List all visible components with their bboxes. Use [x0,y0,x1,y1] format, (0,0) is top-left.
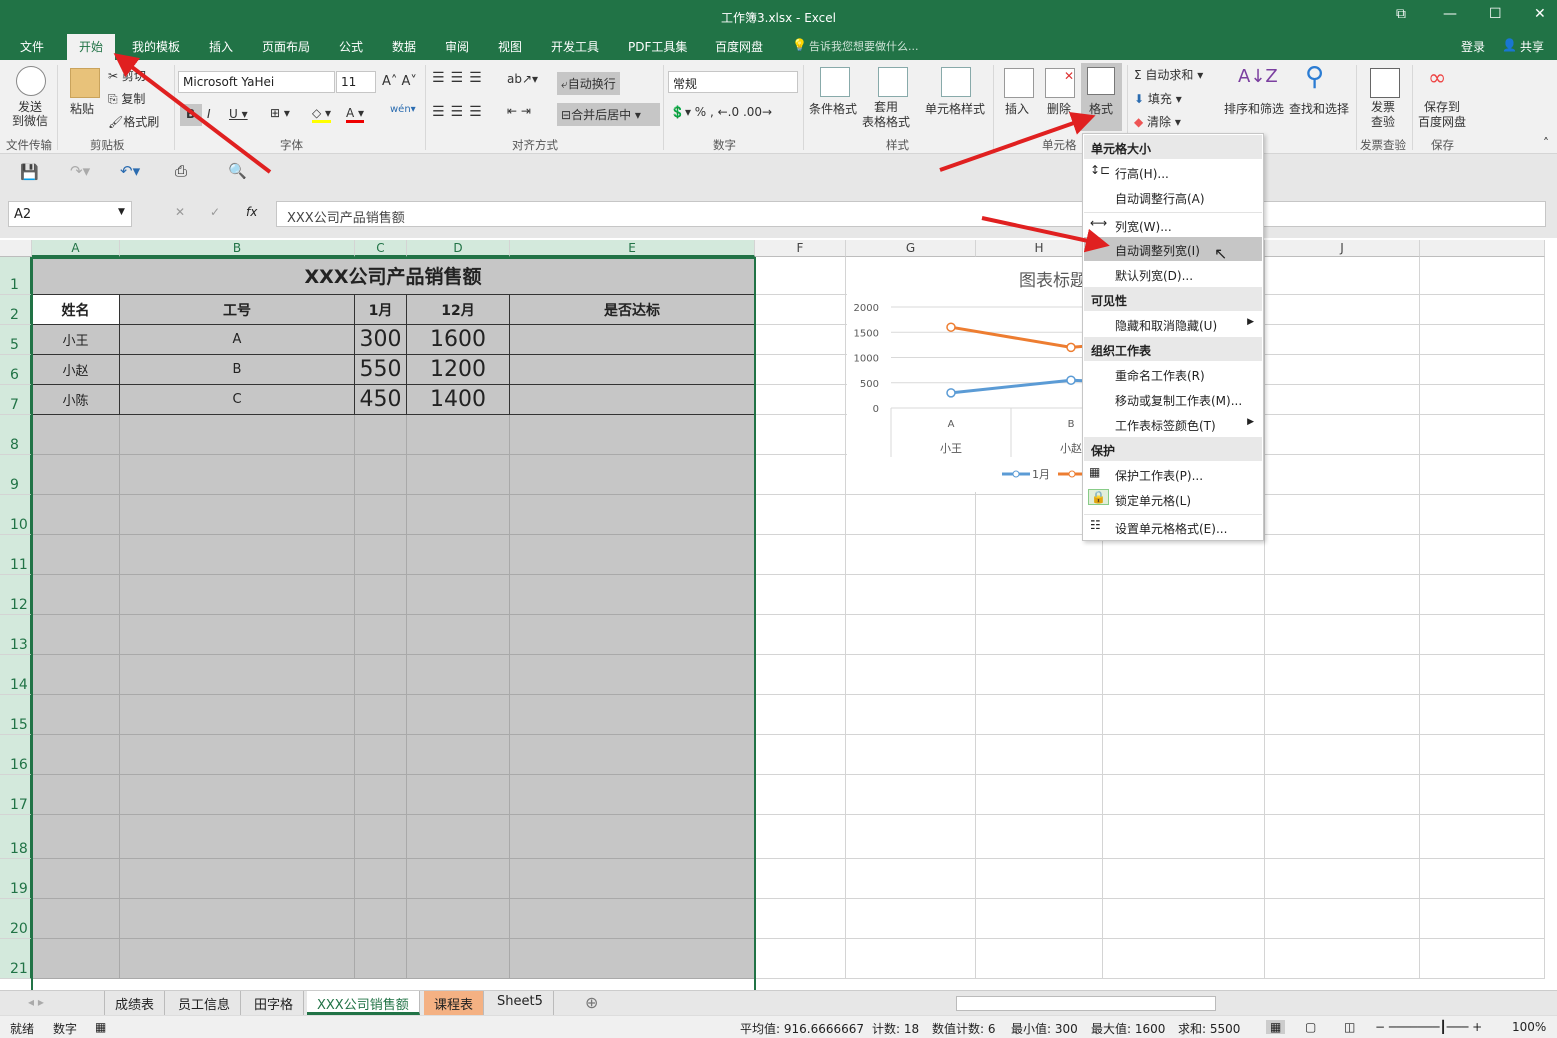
status-average: 平均值: 916.6666667 [740,1022,865,1036]
sheet-tab[interactable]: 员工信息 [168,991,242,1015]
status-min: 最小值: 300 [1011,1022,1078,1036]
status-max: 最大值: 1600 [1091,1022,1166,1036]
arrow-to-home-tab [113,53,272,174]
status-count: 计数: 18 [872,1022,920,1036]
page-layout-view-icon[interactable]: ▢ [1305,1020,1316,1034]
zoom-slider[interactable]: − ───────┃─── + [1375,1020,1482,1034]
status-numlock: 数字 [53,1022,78,1036]
sheet-tab[interactable]: 田字格 [244,991,305,1015]
sheet-tab[interactable]: 成绩表 [104,991,166,1015]
arrow-to-format-button [939,111,1096,172]
normal-view-icon[interactable]: ▦ [1266,1020,1286,1034]
sheet-tabs-bar: ◂ ▸ 成绩表 员工信息 田字格 XXX公司销售额 课程表 Sheet5 ⊕ [0,990,1557,1015]
page-break-view-icon[interactable]: ◫ [1344,1020,1355,1034]
status-sum: 求和: 5500 [1178,1022,1241,1036]
sheet-tab[interactable]: 课程表 [424,991,485,1015]
add-sheet-icon[interactable]: ⊕ [585,993,598,1012]
scroll-tabs-left-icon[interactable]: ◂ ▸ [28,995,44,1009]
status-bar: 就绪 数字 ▦ 平均值: 916.6666667 计数: 18 数值计数: 6 … [0,1015,1557,1038]
status-ready: 就绪 [10,1022,35,1036]
sheet-tab[interactable]: Sheet5 [487,991,554,1015]
sheet-tab-active[interactable]: XXX公司销售额 [307,991,420,1015]
status-numeric-count: 数值计数: 6 [932,1022,996,1036]
macro-record-icon[interactable]: ▦ [95,1020,106,1034]
arrow-to-autofit-column [981,216,1110,253]
zoom-level[interactable]: 100% [1512,1020,1546,1034]
annotation-arrows [113,53,1110,253]
horizontal-scrollbar[interactable] [956,996,1216,1011]
